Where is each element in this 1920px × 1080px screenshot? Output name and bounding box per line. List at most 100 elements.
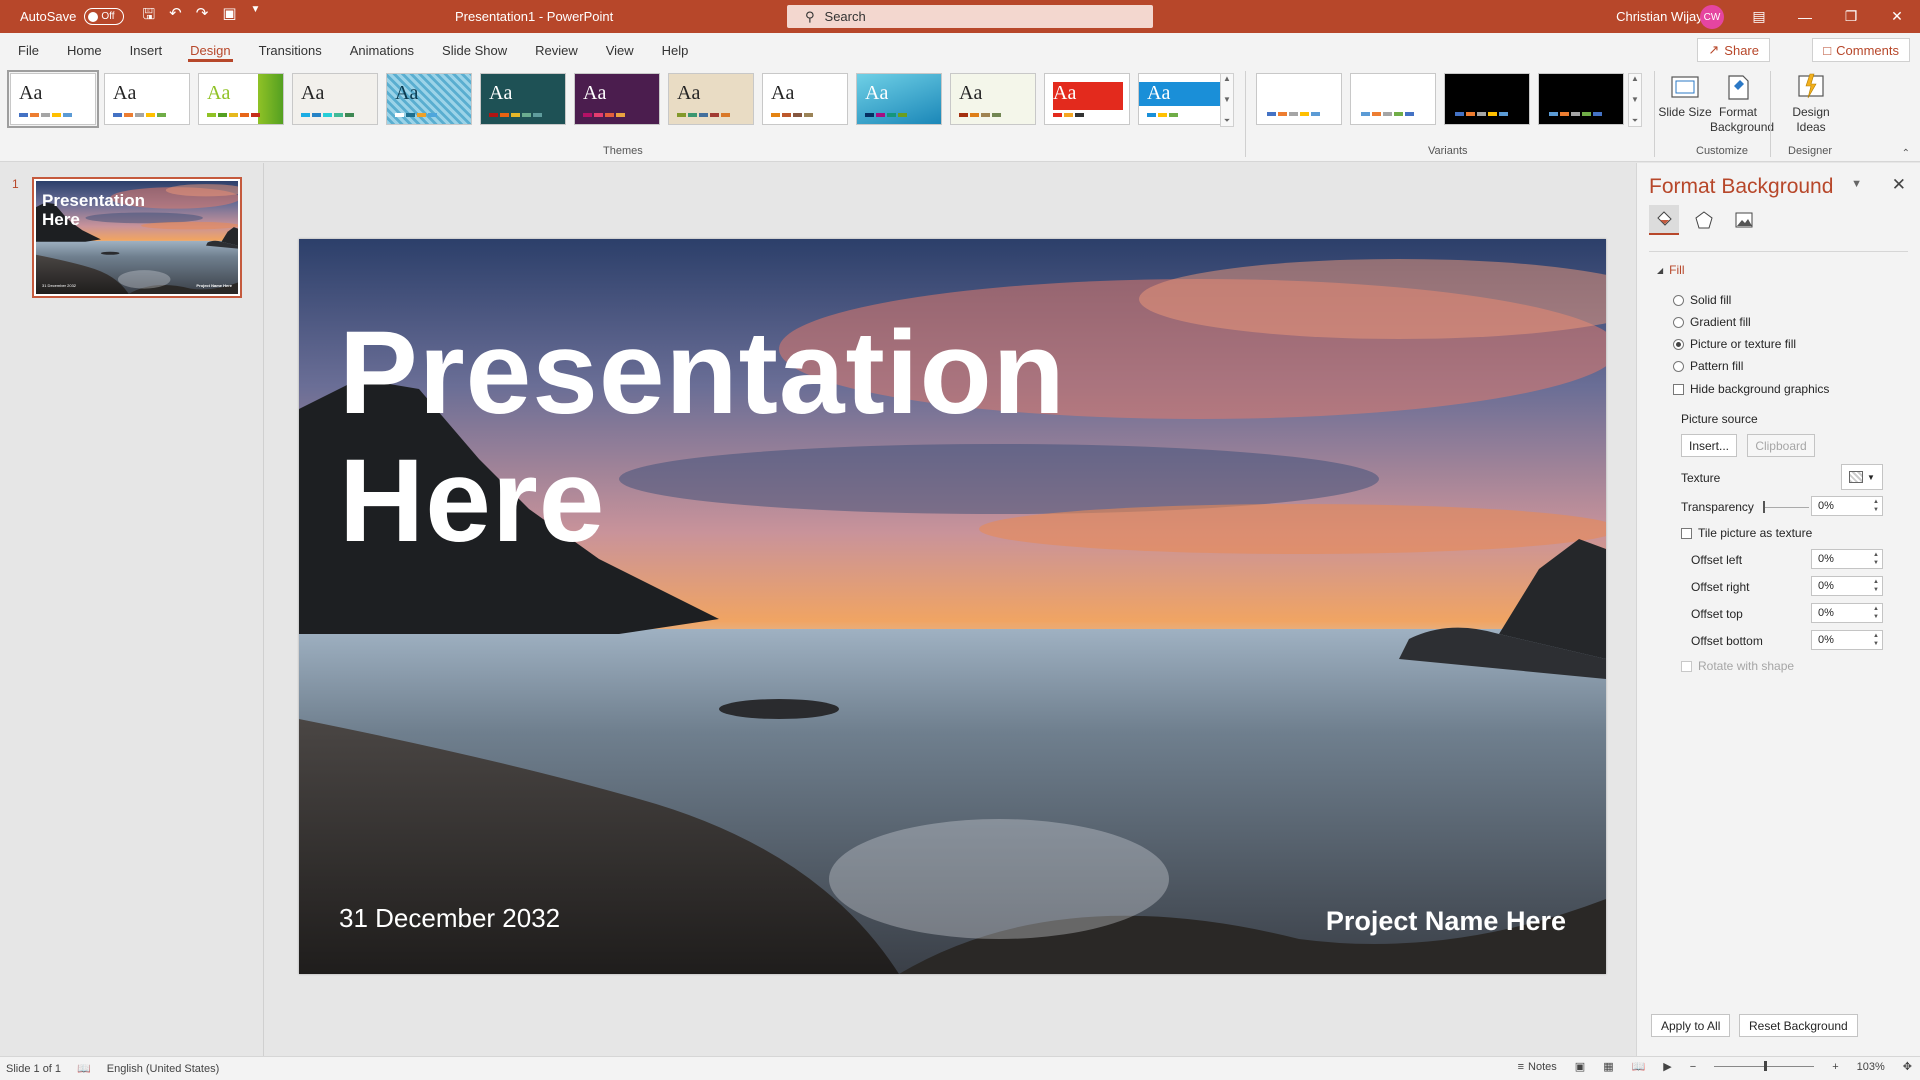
slide-title[interactable]: Presentation Here [339,309,1066,565]
insert-picture-button[interactable]: Insert... [1681,434,1737,457]
tab-review[interactable]: Review [521,33,592,67]
gradient-fill-radio[interactable] [1673,316,1684,328]
search-box[interactable]: ⚲ Search [787,5,1153,28]
picture-fill-option[interactable]: Picture or texture fill [1673,337,1796,351]
zoom-slider-thumb[interactable] [1764,1061,1768,1071]
picture-tab-icon[interactable] [1729,205,1759,235]
spelling-icon[interactable]: 📖 [77,1062,91,1075]
spinner-arrows-icon[interactable]: ▲ ▼ [1873,578,1879,594]
fill-section-header[interactable]: ◢ Fill [1657,263,1684,277]
restore-icon[interactable]: ❐ [1828,0,1874,33]
effects-tab-icon[interactable] [1689,205,1719,235]
design-ideas-button[interactable]: Design Ideas [1783,71,1839,135]
offset-bottom-input[interactable]: 0% ▲ ▼ [1811,630,1883,650]
tab-insert[interactable]: Insert [116,33,177,67]
reset-background-button[interactable]: Reset Background [1739,1014,1858,1037]
customize-qat-icon[interactable]: ▼ [251,4,261,29]
hide-graphics-option[interactable]: Hide background graphics [1673,382,1829,396]
chevron-up-icon[interactable]: ▲ [1223,74,1231,83]
more-icon[interactable]: ⏷ [1632,116,1638,126]
offset-top-input[interactable]: 0% ▲ ▼ [1811,603,1883,623]
zoom-level[interactable]: 103% [1857,1061,1885,1073]
pane-options-icon[interactable]: ▼ [1851,178,1862,190]
avatar[interactable]: CW [1700,5,1724,29]
transparency-input[interactable]: 0% ▲ ▼ [1811,496,1883,516]
variant-4[interactable] [1538,73,1624,125]
theme-office-2[interactable]: Aa [104,73,190,125]
spinner-arrows-icon[interactable]: ▲ ▼ [1873,498,1879,514]
pattern-fill-radio[interactable] [1673,360,1684,372]
fill-tab-icon[interactable] [1649,205,1679,235]
spinner-arrows-icon[interactable]: ▲ ▼ [1873,551,1879,567]
collapse-ribbon-icon[interactable]: ⌃ [1902,148,1910,159]
texture-picker[interactable]: ▼ [1841,464,1883,490]
variants-gallery-scroll[interactable]: ▲ ▼ ⏷ [1628,73,1642,127]
fit-slide-icon[interactable]: ✥ [1903,1060,1912,1073]
tab-view[interactable]: View [592,33,648,67]
autosave[interactable]: AutoSave Off [20,8,125,25]
theme-dividend[interactable]: Aa [1138,73,1224,125]
hide-graphics-checkbox[interactable] [1673,383,1684,395]
language-status[interactable]: English (United States) [107,1063,220,1075]
close-icon[interactable]: ✕ [1874,0,1920,33]
slide-size-button[interactable]: Slide Size [1657,71,1713,120]
format-background-button[interactable]: Format Background [1710,71,1774,135]
variant-1[interactable] [1256,73,1342,125]
reading-view-icon[interactable]: 📖 [1632,1060,1646,1073]
chevron-down-icon[interactable]: ▼ [1631,95,1639,104]
theme-organic[interactable]: Aa [668,73,754,125]
close-icon[interactable]: ✕ [1892,175,1906,195]
slide-thumbnail[interactable]: Presentation Here 31 December 2032 Proje… [32,177,242,298]
normal-view-icon[interactable]: ▣ [1575,1060,1585,1073]
solid-fill-radio[interactable] [1673,294,1684,306]
share-button[interactable]: ↗ Share [1697,38,1770,62]
theme-slice[interactable]: Aa [856,73,942,125]
solid-fill-option[interactable]: Solid fill [1673,293,1731,307]
slide[interactable]: Presentation Here 31 December 2032 Proje… [299,239,1606,974]
theme-ion-boardroom[interactable]: Aa [386,73,472,125]
picture-fill-radio[interactable] [1673,338,1684,350]
theme-retrospect[interactable]: Aa [762,73,848,125]
clipboard-button[interactable]: Clipboard [1747,434,1815,457]
save-icon[interactable]: 🖫 [142,4,155,29]
tab-file[interactable]: File [4,33,53,67]
theme-integral[interactable]: Aa [292,73,378,125]
transparency-slider-track[interactable] [1763,507,1809,508]
theme-office[interactable]: Aa [7,70,99,128]
slide-date[interactable]: 31 December 2032 [339,903,560,934]
theme-organic-purple[interactable]: Aa [574,73,660,125]
pattern-fill-option[interactable]: Pattern fill [1673,359,1743,373]
theme-ion[interactable]: Aa [480,73,566,125]
transparency-slider-thumb[interactable] [1763,501,1765,513]
theme-wisp[interactable]: Aa [950,73,1036,125]
tile-picture-option[interactable]: Tile picture as texture [1681,526,1812,540]
comments-button[interactable]: □ Comments [1812,38,1910,62]
tab-help[interactable]: Help [648,33,703,67]
more-icon[interactable]: ⏷ [1224,116,1230,126]
slide-show-icon[interactable]: ▶ [1663,1060,1671,1073]
redo-icon[interactable]: ↷ [196,4,209,29]
variant-2[interactable] [1350,73,1436,125]
zoom-slider[interactable] [1714,1061,1815,1071]
offset-left-input[interactable]: 0% ▲ ▼ [1811,549,1883,569]
themes-gallery-scroll[interactable]: ▲ ▼ ⏷ [1220,73,1234,127]
tile-picture-checkbox[interactable] [1681,527,1692,539]
apply-to-all-button[interactable]: Apply to All [1651,1014,1731,1037]
user-name[interactable]: Christian Wijaya [1616,9,1710,24]
spinner-arrows-icon[interactable]: ▲ ▼ [1873,632,1879,648]
ribbon-display-icon[interactable]: ▤ [1736,0,1782,33]
tab-design[interactable]: Design [176,33,244,67]
autosave-toggle[interactable]: Off [84,8,125,25]
undo-icon[interactable]: ↶ [169,4,182,29]
zoom-in-icon[interactable]: + [1832,1061,1838,1073]
zoom-out-icon[interactable]: − [1690,1061,1696,1073]
slide-project-name[interactable]: Project Name Here [1326,906,1566,937]
tab-slide-show[interactable]: Slide Show [428,33,521,67]
theme-facet[interactable]: Aa [198,73,284,125]
offset-right-input[interactable]: 0% ▲ ▼ [1811,576,1883,596]
present-icon[interactable]: ▣ [222,4,236,29]
tab-home[interactable]: Home [53,33,116,67]
spinner-arrows-icon[interactable]: ▲ ▼ [1873,605,1879,621]
slide-sorter-icon[interactable]: ▦ [1603,1060,1613,1073]
minimize-icon[interactable]: — [1782,0,1828,33]
